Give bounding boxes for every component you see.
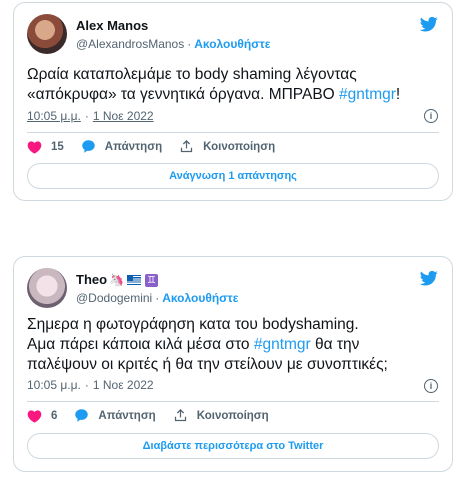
action-bar: 15 Απάντηση Κοινοποίηση [27, 139, 439, 154]
tweet-text-line-2-pre: Αμα πάρει κάποια κιλά μέσα στο [27, 336, 254, 353]
author-name[interactable]: Theo [76, 272, 107, 288]
tweet-text-body: Ωραία καταπολεμάμε το body shaming λέγον… [27, 66, 357, 103]
handle-row: @Dodogemini · Ακολουθήστε [76, 290, 238, 306]
follow-button[interactable]: Ακολουθήστε [162, 291, 238, 305]
tweet-date[interactable]: 1 Νοε 2022 [93, 109, 154, 123]
tweet-time[interactable]: 10:05 μ.μ. [27, 378, 81, 392]
timestamp[interactable]: 10:05 μ.μ. · 1 Νοε 2022 [27, 378, 154, 392]
heart-icon [27, 140, 42, 154]
author-name-row[interactable]: Theo 🦄 ♊ [76, 272, 238, 288]
read-more-on-twitter-button[interactable]: Διαβάστε περισσότερα στο Twitter [27, 433, 439, 459]
like-count: 15 [51, 140, 64, 153]
tweet-text-line-2: Αμα πάρει κάποια κιλά μέσα στο #gntmgr θ… [27, 335, 439, 355]
twitter-bird-icon[interactable] [419, 269, 439, 287]
handle-row: @AlexandrosManos · Ακολουθήστε [76, 36, 270, 52]
share-button[interactable]: Κοινοποίηση [173, 408, 269, 423]
tweet-card-2: Theo 🦄 ♊ @Dodogemini · Ακολουθήστε Σημερα … [13, 256, 453, 472]
reply-bubble-icon [75, 409, 89, 422]
avatar[interactable] [27, 268, 67, 308]
tweet-time[interactable]: 10:05 μ.μ. [27, 109, 81, 123]
avatar[interactable] [27, 14, 67, 54]
unicorn-emoji-icon: 🦄 [109, 273, 125, 287]
heart-icon [27, 409, 42, 423]
author-handle[interactable]: @Dodogemini [76, 291, 152, 305]
author-block: Theo 🦄 ♊ @Dodogemini · Ακολουθήστε [76, 272, 238, 306]
info-icon[interactable]: i [424, 379, 438, 393]
follow-button[interactable]: Ακολουθήστε [194, 37, 270, 51]
tweet-text-line-2-post: θα την [310, 336, 360, 353]
like-button[interactable]: 6 [27, 409, 57, 423]
share-icon [174, 408, 186, 422]
action-bar: 6 Απάντηση Κοινοποίηση [27, 408, 439, 423]
reply-bubble-icon [82, 140, 95, 153]
like-button[interactable]: 15 [27, 140, 64, 154]
author-block: Alex Manos @AlexandrosManos · Ακολουθήστε [76, 18, 270, 52]
timestamp[interactable]: 10:05 μ.μ. · 1 Νοε 2022 [27, 109, 154, 123]
divider [27, 132, 439, 133]
tweet-text-line-3: παλέψουν οι κριτές ή θα την στείλουν με … [27, 356, 388, 373]
tweet-text-line-1: Σημερα η φωτογράφηση κατα του bodyshamin… [27, 316, 359, 333]
read-replies-button[interactable]: Ανάγνωση 1 απάντησης [27, 163, 439, 189]
tweet-card-1: Alex Manos @AlexandrosManos · Ακολουθήστε … [13, 2, 453, 201]
like-count: 6 [51, 409, 58, 422]
divider [27, 401, 439, 402]
share-label: Κοινοποίηση [196, 409, 269, 422]
hashtag-link[interactable]: #gntmgr [254, 336, 311, 353]
tweet-text-suffix: ! [395, 86, 401, 103]
info-icon[interactable]: i [424, 109, 438, 123]
separator-dot: · [84, 109, 89, 123]
author-handle[interactable]: @AlexandrosManos [76, 37, 184, 51]
hashtag-link[interactable]: #gntmgr [339, 86, 396, 103]
separator-dot: · [155, 291, 160, 305]
gemini-emoji-icon: ♊ [145, 273, 159, 287]
twitter-bird-icon[interactable] [419, 15, 439, 33]
reply-button[interactable]: Απάντηση [74, 408, 156, 423]
tweet-text: Ωραία καταπολεμάμε το body shaming λέγον… [27, 65, 439, 105]
separator-dot: · [187, 37, 192, 51]
separator-dot: · [84, 378, 89, 392]
reply-button[interactable]: Απάντηση [81, 139, 162, 154]
tweet-text: Σημερα η φωτογράφηση κατα του bodyshamin… [27, 315, 439, 375]
share-button[interactable]: Κοινοποίηση [179, 139, 275, 154]
reply-label: Απάντηση [104, 140, 163, 153]
reply-label: Απάντηση [98, 409, 156, 422]
author-name[interactable]: Alex Manos [76, 18, 270, 34]
tweet-date[interactable]: 1 Νοε 2022 [93, 378, 154, 392]
share-label: Κοινοποίηση [203, 140, 276, 153]
share-icon [180, 139, 193, 153]
greek-flag-icon [127, 275, 142, 285]
